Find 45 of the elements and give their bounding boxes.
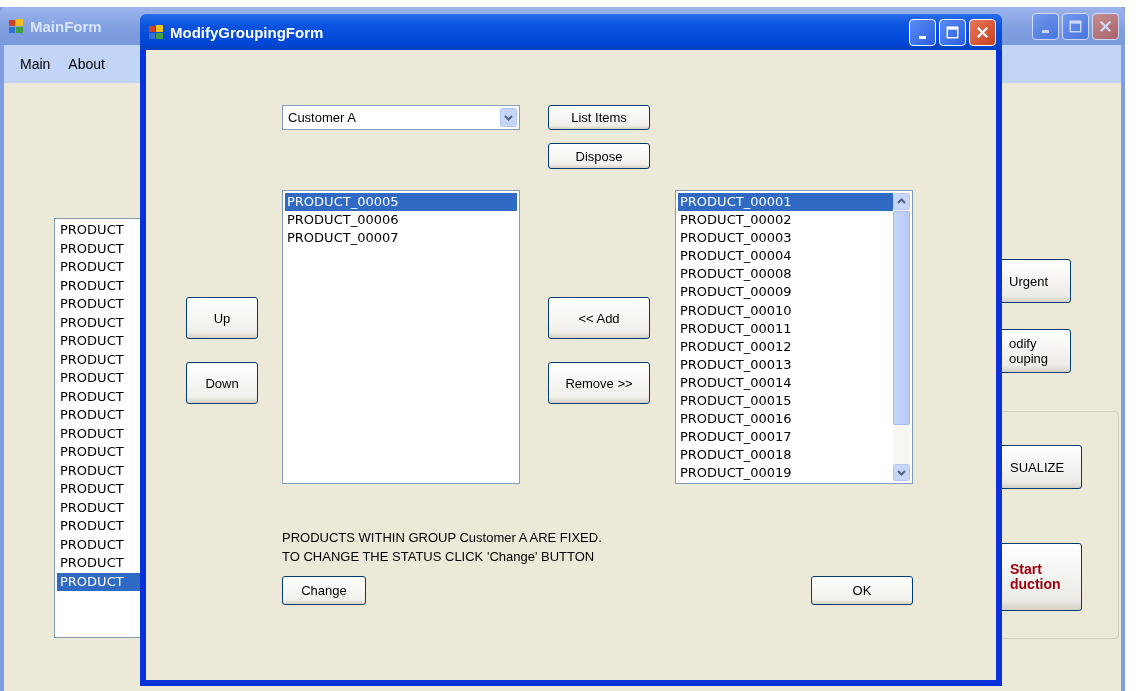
down-button[interactable]: Down (186, 362, 258, 404)
list-item[interactable]: PRODUCT_00001 (678, 193, 893, 212)
scroll-up-icon (893, 193, 910, 210)
list-item[interactable]: PRODUCT_00007 (285, 229, 517, 248)
app-icon (8, 18, 24, 34)
list-item[interactable]: PRODUCT_00014 (678, 373, 893, 393)
status-message: TO CHANGE THE STATUS CLICK 'Change' BUTTON (282, 548, 595, 566)
remove-button[interactable]: Remove >> (548, 362, 650, 404)
list-item[interactable]: PRODUCT_00005 (285, 193, 517, 212)
list-item[interactable]: PRODUCT_00009 (678, 283, 893, 302)
group-dropdown[interactable]: Customer A (282, 105, 520, 130)
list-item[interactable]: PRODUCT_00004 (678, 247, 893, 266)
minimize-icon (1042, 29, 1049, 33)
list-items-button[interactable]: List Items (548, 105, 650, 130)
list-item[interactable]: PRODUCT_00019 (678, 464, 893, 483)
menu-item[interactable]: Main (12, 54, 59, 74)
minimize-button[interactable] (909, 18, 936, 46)
window-title: MainForm (30, 17, 102, 35)
list-item[interactable]: PRODUCT_00017 (678, 428, 893, 447)
app-icon (148, 24, 164, 40)
list-item[interactable]: PRODUCT_00011 (678, 319, 893, 338)
list-item[interactable]: PRODUCT_00015 (678, 392, 893, 411)
scroll-down-icon (893, 464, 910, 481)
ok-button[interactable]: OK (811, 576, 913, 605)
list-item[interactable]: PRODUCT_00010 (678, 301, 893, 320)
list-item[interactable]: PRODUCT_00016 (678, 410, 893, 429)
list-item[interactable]: PRODUCT_00002 (678, 211, 893, 230)
close-button[interactable] (969, 18, 996, 46)
minimize-icon (919, 35, 926, 39)
list-item[interactable]: PRODUCT_00008 (678, 265, 893, 284)
dispose-button[interactable]: Dispose (548, 143, 650, 169)
add-button[interactable]: << Add (548, 297, 650, 339)
status-message: PRODUCTS WITHIN GROUP Customer A ARE FIXED. (282, 529, 602, 547)
change-button[interactable]: Change (282, 576, 366, 605)
up-button[interactable]: Up (186, 297, 258, 339)
maximize-button[interactable] (939, 18, 966, 46)
list-item[interactable]: PRODUCT_00003 (678, 229, 893, 248)
list-item[interactable]: PRODUCT_00006 (285, 211, 517, 230)
menu-item[interactable]: About (60, 54, 113, 74)
list-item[interactable]: PRODUCT_00018 (678, 446, 893, 465)
window-title: ModifyGroupingForm (170, 23, 324, 41)
list-item[interactable]: PRODUCT_00013 (678, 355, 893, 374)
scroll-thumb[interactable] (893, 211, 910, 425)
list-item[interactable]: PRODUCT_00012 (678, 337, 893, 356)
scrollbar[interactable] (893, 193, 910, 481)
